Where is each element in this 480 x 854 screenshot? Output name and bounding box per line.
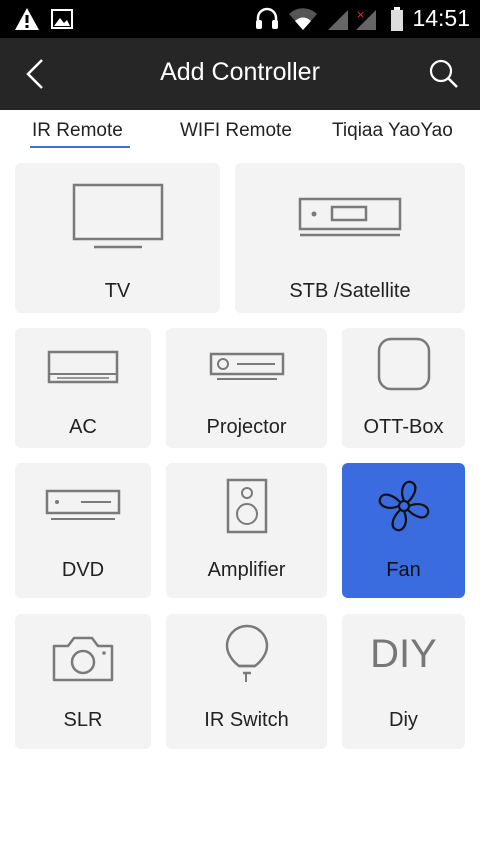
device-tile-ir-switch[interactable]: IR Switch — [166, 614, 327, 749]
tile-label: Fan — [386, 559, 421, 581]
device-tile-amplifier[interactable]: Amplifier — [166, 463, 327, 598]
tab-wifi-remote[interactable]: WIFI Remote — [180, 120, 292, 142]
dvd-player-icon — [45, 489, 121, 520]
device-tile-projector[interactable]: Projector — [166, 328, 327, 448]
warning-icon — [15, 8, 39, 30]
tile-label: DVD — [61, 559, 105, 581]
tile-label: OTT-Box — [363, 416, 444, 438]
signal-icon: × — [328, 8, 377, 30]
air-conditioner-icon — [47, 350, 119, 384]
device-tile-ott-box[interactable]: OTT-Box — [342, 328, 465, 448]
status-time: 14:51 — [412, 5, 470, 31]
light-bulb-icon — [225, 624, 268, 682]
set-top-box-icon — [298, 197, 402, 237]
search-button[interactable] — [426, 56, 462, 92]
tile-label: SLR — [63, 709, 103, 731]
svg-text:×: × — [356, 8, 365, 21]
app-header: Add Controller — [0, 38, 480, 110]
tile-label: IR Switch — [204, 709, 289, 731]
tab-bar: IR Remote WIFI Remote Tiqiaa YaoYao — [0, 110, 480, 156]
tile-label: STB /Satellite — [289, 280, 411, 302]
camera-icon — [52, 636, 114, 682]
wifi-icon — [289, 7, 318, 30]
projector-icon — [209, 352, 284, 380]
speaker-icon — [226, 478, 267, 534]
fan-icon — [378, 480, 429, 532]
tile-label: Amplifier — [207, 559, 286, 581]
device-tile-fan[interactable]: Fan — [342, 463, 465, 598]
headset-icon — [256, 7, 279, 29]
active-tab-indicator — [30, 146, 130, 148]
device-tile-diy[interactable]: DIY Diy — [342, 614, 465, 749]
tab-ir-remote[interactable]: IR Remote — [32, 120, 123, 142]
ott-box-icon — [377, 337, 430, 391]
diy-icon: DIY — [370, 632, 437, 676]
image-icon — [51, 9, 73, 29]
tile-label: TV — [104, 280, 131, 302]
device-tile-tv[interactable]: TV — [15, 163, 220, 313]
search-icon — [429, 59, 458, 88]
device-tile-slr[interactable]: SLR — [15, 614, 151, 749]
tile-label: Projector — [206, 416, 287, 438]
tv-icon — [72, 183, 163, 249]
tab-tiqiaa-yaoyao[interactable]: Tiqiaa YaoYao — [332, 120, 453, 142]
tile-label: AC — [69, 416, 97, 438]
battery-icon — [391, 6, 404, 31]
device-tile-ac[interactable]: AC — [15, 328, 151, 448]
device-tile-stb[interactable]: STB /Satellite — [235, 163, 465, 313]
status-bar: × 14:51 — [0, 0, 480, 38]
device-tile-dvd[interactable]: DVD — [15, 463, 151, 598]
tile-label: Diy — [389, 709, 418, 731]
page-title: Add Controller — [160, 58, 320, 86]
